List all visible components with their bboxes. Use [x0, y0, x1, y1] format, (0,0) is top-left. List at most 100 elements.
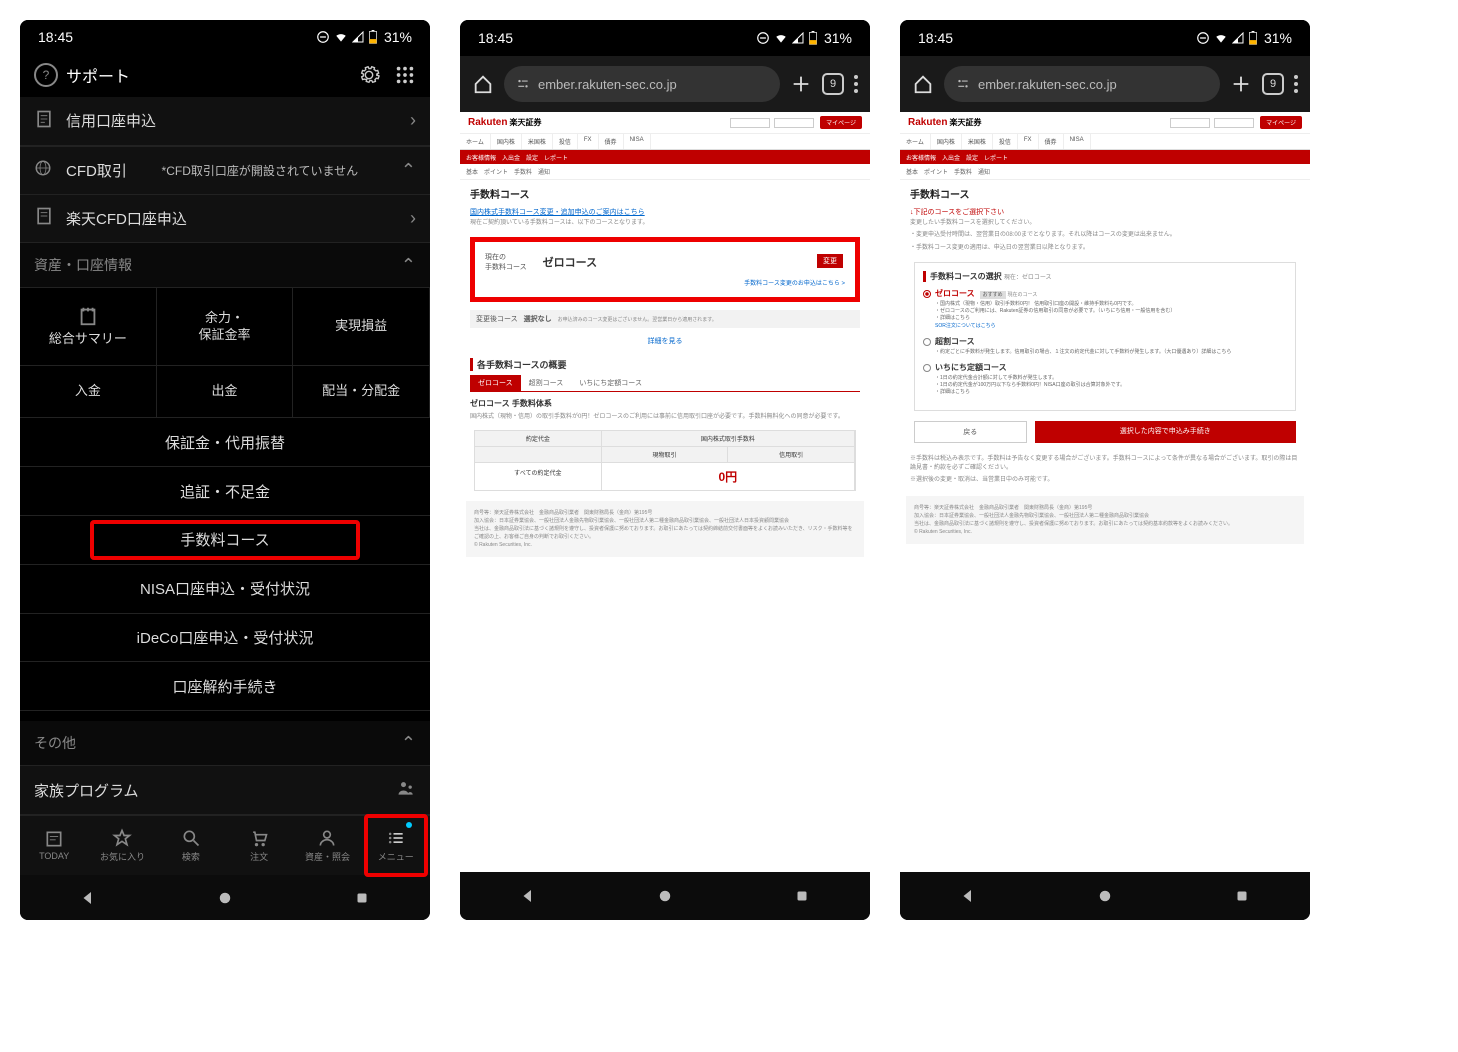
search-code[interactable]	[730, 118, 770, 128]
search-name[interactable]	[774, 118, 814, 128]
info-link[interactable]: 国内株式手数料コース変更・追加申込のご案内はこちら	[460, 207, 870, 217]
rakuten-logo[interactable]: Rakuten楽天証券	[468, 117, 541, 128]
cell-margin[interactable]: 余力・ 保証金率	[157, 288, 294, 366]
rakuten-cfd-label: 楽天CFD口座申込	[66, 208, 187, 229]
globe-icon	[34, 159, 56, 181]
search-name[interactable]	[1214, 118, 1254, 128]
support-icon[interactable]: ?	[34, 63, 58, 87]
home-icon[interactable]	[912, 73, 934, 95]
new-tab-icon[interactable]	[790, 73, 812, 95]
chevron-up-icon: ⌃	[401, 733, 416, 754]
section-other[interactable]: その他 ⌃	[20, 721, 430, 766]
warn-text: ↓下記のコースをご選択下さい	[900, 207, 1310, 217]
gear-icon[interactable]	[358, 64, 380, 86]
rakuten-logo[interactable]: Rakuten楽天証券	[908, 117, 981, 128]
tab-switcher[interactable]: 9	[822, 73, 844, 95]
tab-today[interactable]: TODAY	[20, 816, 88, 875]
family-label: 家族プログラム	[34, 780, 139, 801]
home-icon[interactable]	[656, 887, 674, 905]
tab-switcher[interactable]: 9	[1262, 73, 1284, 95]
btn-close-account[interactable]: 口座解約手続き	[20, 662, 430, 711]
chevron-right-icon: ›	[410, 110, 416, 131]
cell-summary[interactable]: 総合サマリー	[20, 288, 157, 366]
row-cfd[interactable]: CFD取引 *CFD取引口座が開設されていません ⌃	[20, 146, 430, 195]
header-search	[1170, 118, 1254, 128]
opt1-name: ゼロコース	[935, 289, 975, 298]
recent-icon[interactable]	[1233, 887, 1251, 905]
cell-deposit[interactable]: 入金	[20, 366, 157, 418]
status-bar: 18:45 31%	[20, 20, 430, 54]
section-assets[interactable]: 資産・口座情報 ⌃	[20, 243, 430, 288]
url-bar[interactable]: ember.rakuten-sec.co.jp	[944, 66, 1220, 102]
tab-order[interactable]: 注文	[225, 816, 293, 875]
back-icon[interactable]	[959, 887, 977, 905]
tab-menu[interactable]: メニュー	[362, 816, 430, 875]
btn-ideco[interactable]: iDeCo口座申込・受付状況	[20, 614, 430, 663]
btn-transfer[interactable]: 保証金・代用振替	[20, 418, 430, 467]
back-icon[interactable]	[519, 887, 537, 905]
search-icon	[181, 828, 201, 848]
tab-day[interactable]: いちにち定額コース	[571, 375, 650, 391]
footer-disclaimer: 商号等：楽天証券株式会社 金融商品取引業者 関東財務局長（金商）第195号 加入…	[466, 501, 864, 557]
home-icon[interactable]	[216, 889, 234, 907]
web-content: Rakuten楽天証券 マイページ ホーム国内株米国株投信FX債券NISA お客…	[900, 112, 1310, 872]
tab-zero[interactable]: ゼロコース	[470, 375, 521, 391]
home-icon[interactable]	[472, 73, 494, 95]
mypage-button[interactable]: マイページ	[820, 116, 862, 129]
option-super[interactable]: 超割コース ・約定ごとに手数料が発生します。信用取引の場合、１注文の約定代金に対…	[923, 336, 1287, 356]
back-icon[interactable]	[79, 889, 97, 907]
recent-icon[interactable]	[793, 887, 811, 905]
red-subnav: お客様情報入出金設定レポート	[900, 150, 1310, 164]
row-rakuten-cfd[interactable]: 楽天CFD口座申込 ›	[20, 195, 430, 244]
btn-nisa[interactable]: NISA口座申込・受付状況	[20, 565, 430, 614]
dnd-icon	[756, 31, 770, 45]
clock: 18:45	[478, 30, 513, 46]
apply-label: 変更後コース	[476, 314, 518, 324]
browser-toolbar: ember.rakuten-sec.co.jp 9	[900, 56, 1310, 112]
tab-super[interactable]: 超割コース	[521, 375, 572, 391]
note1: 変更したい手数料コースを選択してください。	[900, 217, 1310, 229]
opt1-link[interactable]: SOR注文についてはこちら	[935, 323, 996, 329]
phone-browser-fee-view: 18:45 31% ember.rakuten-sec.co.jp 9 Raku…	[460, 20, 870, 920]
tab-assets[interactable]: 資産・照会	[293, 816, 361, 875]
page-title: 手数料コース	[460, 180, 870, 207]
support-label[interactable]: サポート	[66, 63, 130, 87]
summary-label: 総合サマリー	[49, 331, 127, 348]
submit-button[interactable]: 選択した内容で申込み手続き	[1035, 421, 1296, 443]
new-tab-icon[interactable]	[1230, 73, 1252, 95]
status-bar: 18:45 31%	[460, 20, 870, 56]
change-link[interactable]: 手数料コース変更のお申込はこちら >	[485, 278, 845, 287]
document-icon	[34, 109, 56, 133]
option-day[interactable]: いちにち定額コース ・1日の約定代金合計額に対して手数料が発生します。 ・1日の…	[923, 362, 1287, 396]
btn-addmargin[interactable]: 追証・不足金	[20, 467, 430, 516]
row-credit-account[interactable]: 信用口座申込 ›	[20, 97, 430, 146]
home-icon[interactable]	[1096, 887, 1114, 905]
tab-favorites[interactable]: お気に入り	[88, 816, 156, 875]
dnd-icon	[316, 30, 330, 44]
mypage-button[interactable]: マイページ	[1260, 116, 1302, 129]
cart-icon	[249, 828, 269, 848]
change-button[interactable]: 変更	[817, 254, 843, 268]
overflow-menu-icon[interactable]	[854, 75, 858, 93]
option-zero[interactable]: ゼロコース おすすめ 現在のコース ・国内株式（現物・信用）取引手数料0円！ 信…	[923, 288, 1287, 330]
row-family[interactable]: 家族プログラム	[20, 766, 430, 815]
btn-fee-course[interactable]: 手数料コース	[20, 516, 430, 565]
td-amount: すべての約定代金	[475, 462, 602, 490]
pl-label: 実現損益	[335, 318, 387, 335]
cell-dividend[interactable]: 配当・分配金	[293, 366, 430, 418]
back-button[interactable]: 戻る	[914, 421, 1027, 443]
tab-search[interactable]: 検索	[157, 816, 225, 875]
url-bar[interactable]: ember.rakuten-sec.co.jp	[504, 66, 780, 102]
apps-grid-icon[interactable]	[394, 64, 416, 86]
cell-withdraw[interactable]: 出金	[157, 366, 294, 418]
th-cash: 現物取引	[602, 446, 729, 462]
recent-icon[interactable]	[353, 889, 371, 907]
overflow-menu-icon[interactable]	[1294, 75, 1298, 93]
cell-pl[interactable]: 実現損益	[293, 288, 430, 366]
search-code[interactable]	[1170, 118, 1210, 128]
url-text: ember.rakuten-sec.co.jp	[978, 77, 1117, 92]
status-icons	[1196, 31, 1258, 45]
detail-link[interactable]: 詳細を見る	[460, 332, 870, 350]
fee-table: 約定代金 国内株式取引手数料 現物取引 信用取引 すべての約定代金 0円	[474, 430, 856, 491]
family-icon	[396, 778, 416, 803]
